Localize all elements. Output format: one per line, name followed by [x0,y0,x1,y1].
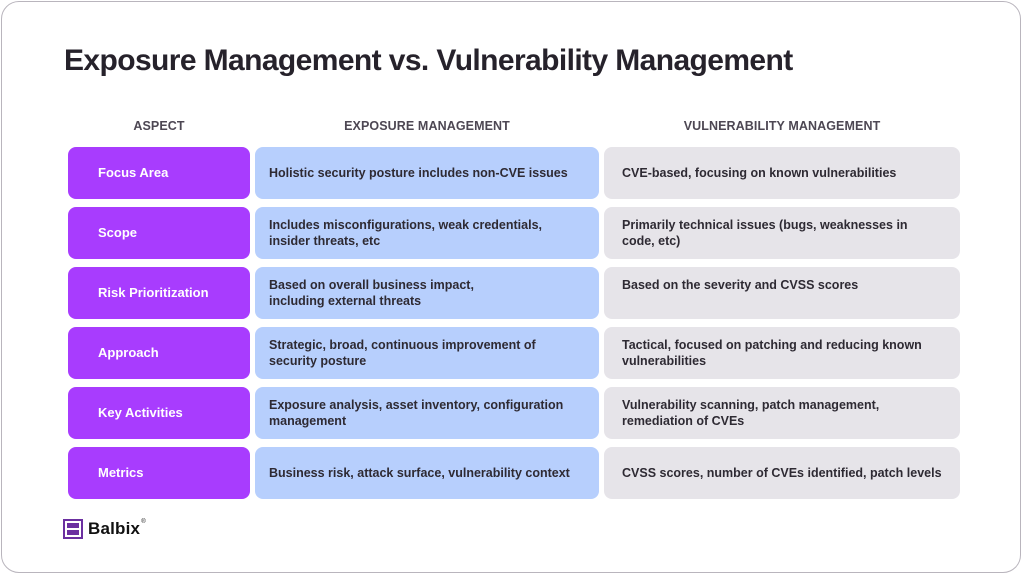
registered-mark: ® [141,519,146,525]
column-header-vulnerability: VULNERABILITY MANAGEMENT [683,119,881,133]
page-title: Exposure Management vs. Vulnerability Ma… [64,44,793,77]
brand-name: Balbix [88,519,141,538]
table-row-metrics: Metrics Business risk, attack surface, v… [68,447,960,499]
vulnerability-cell: Based on the severity and CVSS scores [604,267,960,319]
exposure-cell: Business risk, attack surface, vulnerabi… [255,447,599,499]
table-row-risk-prioritization: Risk Prioritization Based on overall bus… [68,267,960,319]
table-row-focus-area: Focus Area Holistic security posture inc… [68,147,960,199]
exposure-cell: Exposure analysis, asset inventory, conf… [255,387,599,439]
aspect-cell: Key Activities [68,387,250,439]
exposure-cell: Includes misconfigurations, weak credent… [255,207,599,259]
aspect-cell: Scope [68,207,250,259]
vulnerability-cell: CVSS scores, number of CVEs identified, … [604,447,960,499]
exposure-cell: Holistic security posture includes non-C… [255,147,599,199]
vulnerability-cell: Primarily technical issues (bugs, weakne… [604,207,960,259]
aspect-cell: Focus Area [68,147,250,199]
aspect-cell: Approach [68,327,250,379]
table-row-scope: Scope Includes misconfigurations, weak c… [68,207,960,259]
column-header-exposure: EXPOSURE MANAGEMENT [344,119,510,133]
exposure-cell: Based on overall business impact, includ… [255,267,599,319]
table-row-key-activities: Key Activities Exposure analysis, asset … [68,387,960,439]
aspect-cell: Risk Prioritization [68,267,250,319]
balbix-logo-icon [63,519,83,539]
vulnerability-cell: Tactical, focused on patching and reduci… [604,327,960,379]
column-header-aspect: ASPECT [133,119,185,133]
brand-logo: Balbix ® [63,519,146,539]
vulnerability-cell: Vulnerability scanning, patch management… [604,387,960,439]
table-row-approach: Approach Strategic, broad, continuous im… [68,327,960,379]
aspect-cell: Metrics [68,447,250,499]
vulnerability-cell: CVE-based, focusing on known vulnerabili… [604,147,960,199]
exposure-cell: Strategic, broad, continuous improvement… [255,327,599,379]
